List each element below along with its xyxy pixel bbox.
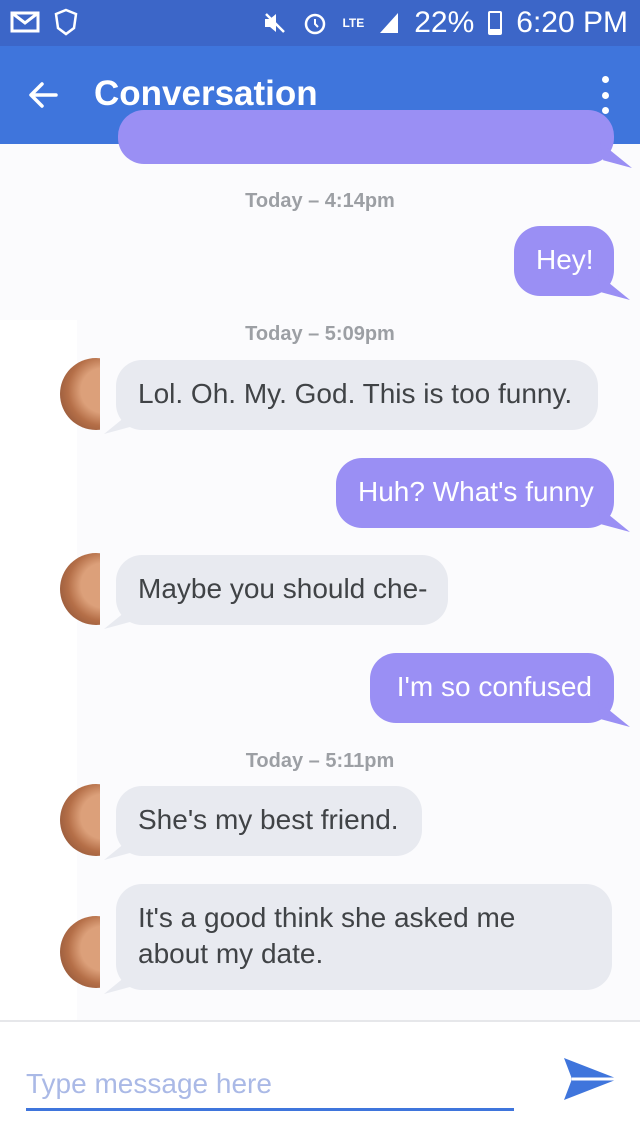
bubble-tail — [598, 506, 630, 532]
mail-icon — [10, 11, 40, 33]
avatar[interactable] — [60, 358, 100, 430]
previous-message-bubble — [118, 110, 614, 164]
page-title: Conversation — [94, 74, 318, 113]
battery-percent: 22% — [414, 6, 475, 39]
message-bubble-incoming[interactable]: It's a good think she asked me about my … — [116, 884, 612, 990]
more-vert-icon[interactable] — [598, 76, 612, 114]
bubble-tail — [598, 274, 630, 300]
message-bubble-outgoing[interactable]: Hey! — [514, 226, 614, 296]
message-bubble-outgoing[interactable]: Huh? What's funny — [336, 458, 614, 528]
avatar[interactable] — [60, 784, 100, 856]
clock: 6:20 PM — [516, 6, 628, 39]
timestamp: Today – 4:14pm — [245, 190, 395, 212]
message-bubble-incoming[interactable]: She's my best friend. — [116, 786, 422, 856]
mute-icon — [265, 13, 286, 33]
network-label: LTE — [342, 16, 365, 30]
arrow-back-icon[interactable] — [26, 78, 60, 112]
message-bubble-outgoing[interactable]: I'm so confused — [370, 653, 614, 723]
signal-icon — [380, 13, 399, 33]
battery-icon — [488, 11, 503, 35]
composer — [0, 1020, 640, 1140]
message-bubble-incoming[interactable]: Lol. Oh. My. God. This is too funny. — [116, 360, 598, 430]
message-input[interactable] — [26, 1060, 514, 1111]
send-icon[interactable] — [560, 1054, 622, 1104]
avatar[interactable] — [60, 553, 100, 625]
bubble-tail — [598, 701, 630, 727]
message-bubble-incoming[interactable]: Maybe you should che- — [116, 555, 448, 625]
status-bar: LTE 22% 6:20 PM — [0, 0, 640, 46]
bubble-tail — [600, 142, 632, 168]
alarm-icon — [305, 13, 326, 35]
timestamp: Today – 5:09pm — [245, 323, 395, 345]
timestamp: Today – 5:11pm — [245, 750, 395, 772]
nhl-icon — [54, 8, 78, 36]
avatar[interactable] — [60, 916, 100, 988]
